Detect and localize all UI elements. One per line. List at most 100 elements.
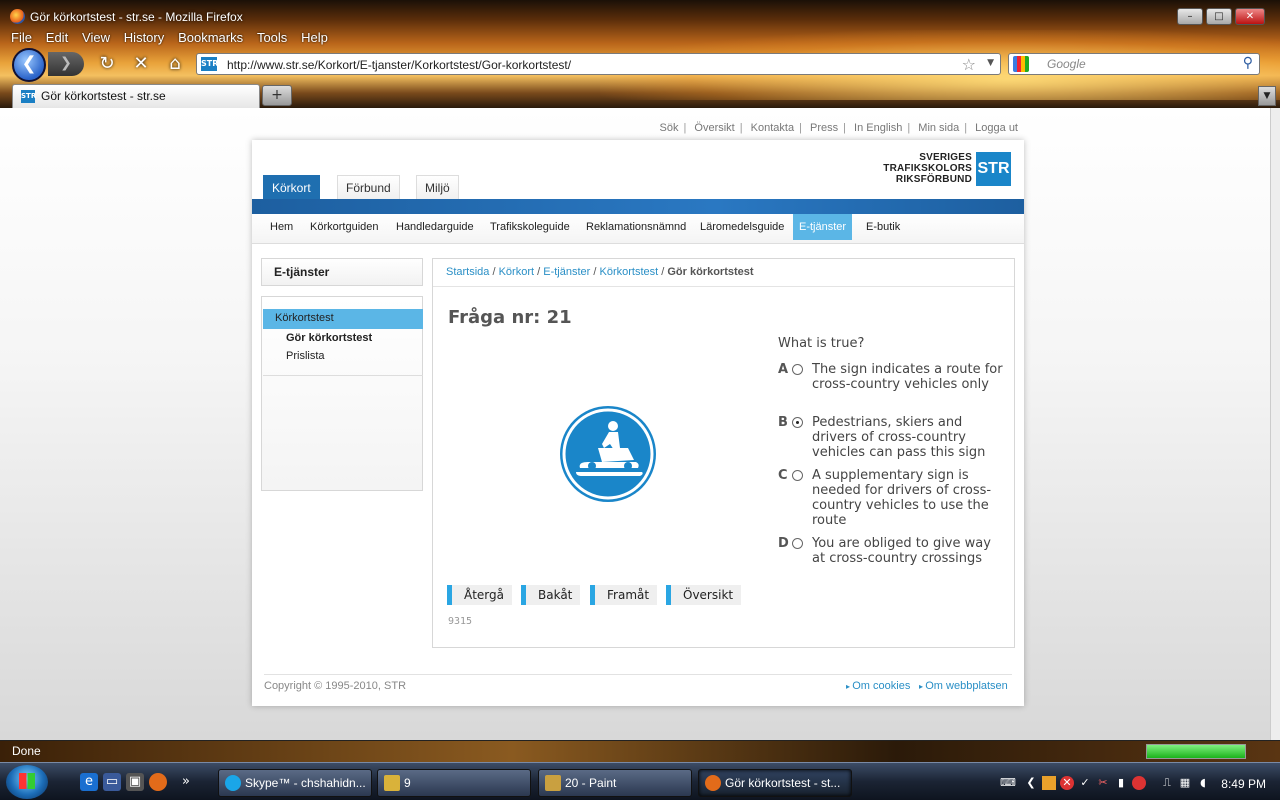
sidebar-item-gor-korkortstest[interactable]: Gör körkortstest <box>286 332 372 344</box>
keyboard-icon[interactable]: ⌨ <box>1000 776 1016 790</box>
logo-text[interactable]: SVERIGES TRAFIKSKOLORS RIKSFÖRBUND <box>852 152 972 185</box>
subnav-korkortguiden[interactable]: Körkortguiden <box>304 214 385 240</box>
subnav-laromedelsguide[interactable]: Läromedelsguide <box>694 214 790 240</box>
menu-tools[interactable]: Tools <box>257 30 287 45</box>
answer-radio-d[interactable] <box>792 538 803 549</box>
home-icon[interactable]: ⌂ <box>164 53 186 75</box>
menu-bookmarks[interactable]: Bookmarks <box>178 30 243 45</box>
windows-logo-icon <box>19 773 35 789</box>
oversikt-button[interactable]: Översikt <box>666 585 742 605</box>
answer-d[interactable]: D You are obliged to give way at cross-c… <box>778 536 1003 566</box>
google-icon[interactable] <box>1013 56 1029 72</box>
task-folder[interactable]: 9 <box>377 769 531 797</box>
sidebar-item-korkortstest[interactable]: Körkortstest <box>263 309 423 329</box>
quicklaunch-more-icon[interactable]: » <box>177 773 195 791</box>
answer-letter: C <box>778 468 788 483</box>
search-icon[interactable]: ⚲ <box>1243 55 1253 71</box>
maximize-button[interactable]: □ <box>1206 8 1232 25</box>
answer-text[interactable]: You are obliged to give way at cross-cou… <box>812 536 1003 566</box>
sidebar-item-prislista[interactable]: Prislista <box>286 350 325 362</box>
forward-button[interactable]: ❯ <box>48 52 84 76</box>
answer-c[interactable]: C A supplementary sign is needed for dri… <box>778 468 1003 528</box>
paint-icon <box>545 775 561 791</box>
breadcrumb-e-tjanster[interactable]: E-tjänster <box>543 266 590 278</box>
search-placeholder[interactable]: Google <box>1047 57 1086 71</box>
toplink-sok[interactable]: Sök <box>660 122 679 134</box>
toplink-press[interactable]: Press <box>810 122 838 134</box>
subnav-e-butik[interactable]: E-butik <box>860 214 906 240</box>
tray-expand-icon[interactable]: ❮ <box>1024 776 1038 790</box>
menu-edit[interactable]: Edit <box>46 30 68 45</box>
menu-history[interactable]: History <box>124 30 164 45</box>
toplink-kontakta[interactable]: Kontakta <box>751 122 794 134</box>
start-button[interactable] <box>6 765 48 799</box>
volume-icon[interactable]: ◖ <box>1196 776 1210 790</box>
answer-text[interactable]: The sign indicates a route for cross-cou… <box>812 362 1003 392</box>
answer-radio-a[interactable] <box>792 364 803 375</box>
tools-tray-icon[interactable]: ✂ <box>1096 776 1110 790</box>
toplink-english[interactable]: In English <box>854 122 902 134</box>
bakat-button[interactable]: Bakåt <box>521 585 581 605</box>
task-paint[interactable]: 20 - Paint <box>538 769 692 797</box>
breadcrumb-startsida[interactable]: Startsida <box>446 266 489 278</box>
answer-text[interactable]: Pedestrians, skiers and drivers of cross… <box>812 415 1003 460</box>
new-tab-button[interactable]: + <box>262 85 292 106</box>
scrollbar[interactable] <box>1270 108 1280 740</box>
subnav-e-tjanster[interactable]: E-tjänster <box>793 214 853 240</box>
back-button[interactable]: ❮ <box>12 48 46 82</box>
search-bar[interactable]: Google ⚲ <box>1008 53 1260 75</box>
question-panel: Startsida / Körkort / E-tjänster / Körko… <box>432 258 1015 648</box>
tab-miljo[interactable]: Miljö <box>416 175 459 199</box>
network-icon[interactable]: ▦ <box>1178 776 1192 790</box>
minimize-button[interactable]: – <box>1177 8 1203 25</box>
tab-forbund[interactable]: Förbund <box>337 175 400 199</box>
menu-file[interactable]: File <box>11 30 32 45</box>
atergå-button[interactable]: Återgå <box>447 585 512 605</box>
url-bar[interactable]: STR http://www.str.se/Korkort/E-tjanster… <box>196 53 1001 75</box>
ie-icon[interactable]: e <box>80 773 98 791</box>
toplink-oversikt[interactable]: Översikt <box>694 122 734 134</box>
menu-view[interactable]: View <box>82 30 110 45</box>
answer-b[interactable]: B Pedestrians, skiers and drivers of cro… <box>778 415 1003 460</box>
footer-link-cookies[interactable]: Om cookies <box>846 680 910 692</box>
device-icon[interactable]: ▮ <box>1114 776 1128 790</box>
reload-icon[interactable]: ↻ <box>96 53 118 75</box>
subnav-trafikskoleguide[interactable]: Trafikskoleguide <box>484 214 576 240</box>
subnav-handledarguide[interactable]: Handledarguide <box>390 214 480 240</box>
tray-app-icon[interactable] <box>1042 776 1056 790</box>
subnav-hem[interactable]: Hem <box>264 214 299 240</box>
framat-button[interactable]: Framåt <box>590 585 658 605</box>
footer-link-webbplatsen[interactable]: Om webbplatsen <box>919 680 1008 692</box>
logo-line2: TRAFIKSKOLORS <box>883 163 972 174</box>
breadcrumb-korkortstest[interactable]: Körkortstest <box>599 266 658 278</box>
antivirus-icon[interactable]: ✕ <box>1060 776 1074 790</box>
logo-mark[interactable]: STR <box>976 152 1011 186</box>
firefox-task-icon <box>705 775 721 791</box>
breadcrumb-korkort[interactable]: Körkort <box>499 266 534 278</box>
switch-windows-icon[interactable]: ▣ <box>126 773 144 791</box>
url-dropdown-icon[interactable]: ▼ <box>987 58 994 68</box>
bookmark-star-icon[interactable]: ☆ <box>962 55 976 74</box>
close-button[interactable]: ✕ <box>1235 8 1265 25</box>
answer-radio-b[interactable] <box>792 417 803 428</box>
alert-tray-icon[interactable] <box>1132 776 1146 790</box>
answer-radio-c[interactable] <box>792 470 803 481</box>
url-text[interactable]: http://www.str.se/Korkort/E-tjanster/Kor… <box>227 58 571 72</box>
tab-list-button[interactable]: ▼ <box>1258 86 1276 106</box>
tab-korkort[interactable]: Körkort <box>263 175 320 199</box>
answer-a[interactable]: A The sign indicates a route for cross-c… <box>778 362 1003 392</box>
task-skype[interactable]: Skype™ - chshahidn... <box>218 769 372 797</box>
subnav-reklamationsnamnd[interactable]: Reklamationsnämnd <box>580 214 692 240</box>
firefox-quicklaunch-icon[interactable] <box>149 773 167 791</box>
skype-tray-icon[interactable]: ✓ <box>1078 776 1092 790</box>
stop-icon[interactable]: ✕ <box>130 53 152 75</box>
toplink-min-sida[interactable]: Min sida <box>918 122 959 134</box>
browser-tab[interactable]: STR Gör körkortstest - str.se <box>12 84 260 108</box>
task-firefox[interactable]: Gör körkortstest - st... <box>698 769 852 797</box>
toplink-logga-ut[interactable]: Logga ut <box>975 122 1018 134</box>
answer-text[interactable]: A supplementary sign is needed for drive… <box>812 468 1003 528</box>
show-desktop-icon[interactable]: ▭ <box>103 773 121 791</box>
menu-help[interactable]: Help <box>301 30 328 45</box>
usb-icon[interactable]: ⎍ <box>1160 776 1174 790</box>
clock[interactable]: 8:49 PM <box>1221 777 1266 791</box>
